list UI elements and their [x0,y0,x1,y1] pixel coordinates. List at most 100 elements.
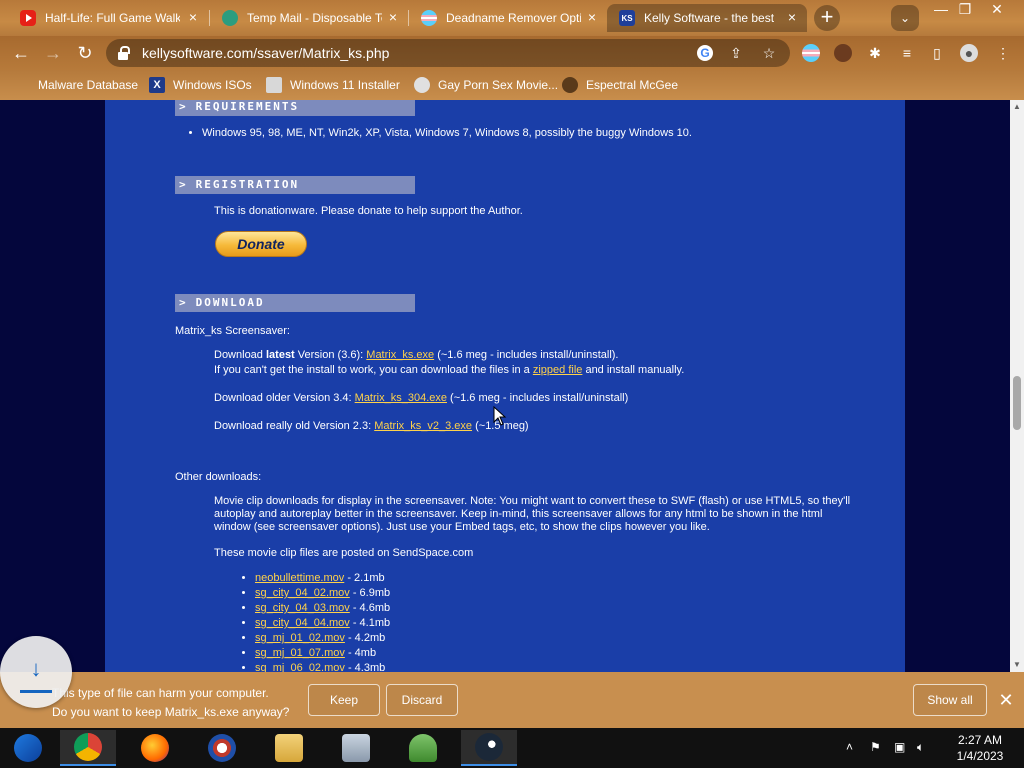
url-text[interactable]: kellysoftware.com/ssaver/Matrix_ks.php [142,45,389,61]
extensions-puzzle-icon[interactable]: ✱ [866,44,884,62]
list-item: sg_city_04_03.mov - 4.6mb [255,601,390,616]
taskbar-firefox[interactable] [127,730,183,766]
scroll-up-icon[interactable]: ▲ [1012,102,1022,112]
page-content: >REQUIREMENTS Windows 95, 98, ME, NT, Wi… [105,100,905,672]
requirements-list: Windows 95, 98, ME, NT, Win2k, XP, Vista… [202,127,692,139]
file-explorer-icon [275,734,303,762]
requirements-heading: > REQUIREMENTS [175,100,415,116]
show-all-button[interactable]: Show all [913,684,987,716]
start-button[interactable] [0,730,56,766]
keep-button[interactable]: Keep [308,684,380,716]
bookmark-windows-isos[interactable]: X Windows ISOs [149,76,252,94]
close-icon[interactable]: × [785,10,799,24]
page-scrollbar[interactable]: ▲ ▼ [1010,100,1024,672]
tab-temp-mail[interactable]: Temp Mail - Disposable Te × [210,4,408,32]
chevron-up-icon[interactable]: ˄ [846,740,853,754]
control-panel-icon [342,734,370,762]
chevron-right-icon: > [179,100,188,113]
new-tab-button[interactable]: + [814,5,840,31]
list-item: sg_mj_01_07.mov - 4mb [255,646,390,661]
profile-avatar-icon[interactable]: ● [960,44,978,62]
bookmark-label: Espectral McGee [586,78,679,92]
download-heading: > DOWNLOAD [175,294,415,312]
taskbar-chrome[interactable] [60,730,116,766]
side-panel-icon[interactable]: ▯ [928,44,946,62]
close-icon[interactable]: × [585,10,599,24]
taskbar-obama[interactable] [194,730,250,766]
download-progress-bubble[interactable]: ↓ [0,636,72,708]
reload-button[interactable]: ↻ [72,40,98,66]
trans-flag-icon [421,10,437,26]
system-clock[interactable]: 2:27 AM 1/4/2023 [944,732,1016,764]
sendspace-note: These movie clip files are posted on Sen… [214,547,474,559]
close-window-button[interactable]: ✕ [980,0,1014,20]
google-lens-icon[interactable]: G [697,45,713,61]
bookmark-star-icon[interactable]: ☆ [761,45,777,61]
close-icon[interactable]: × [386,10,400,24]
list-item: sg_mj_06_02.mov - 4.3mb [255,661,390,672]
bookmark-label: Windows ISOs [173,78,252,92]
lock-icon[interactable] [118,46,130,60]
tab-title: Deadname Remover Optio [446,11,581,25]
bookmark-espectral-mcgee[interactable]: Espectral McGee [562,76,678,94]
movie-file-link[interactable]: sg_city_04_03.mov [255,602,350,614]
donate-button[interactable]: Donate [215,231,307,257]
movie-file-link[interactable]: sg_mj_01_02.mov [255,632,345,644]
movie-file-link[interactable]: sg_mj_06_02.mov [255,662,345,672]
product-label: Matrix_ks Screensaver: [175,325,290,337]
discard-button[interactable]: Discard [386,684,458,716]
media-control-icon[interactable]: ≡ [898,44,916,62]
kelly-software-icon: KS [619,10,635,26]
close-icon[interactable]: ✕ [996,690,1016,710]
chevron-right-icon: > [179,296,188,309]
older-download-link[interactable]: Matrix_ks_304.exe [355,392,447,404]
youtube-icon [20,10,36,26]
other-downloads-description: Movie clip downloads for display in the … [214,495,851,533]
registration-text: This is donationware. Please donate to h… [214,205,523,217]
avatar-icon [562,77,578,93]
windows-taskbar: ˄ ⚑ ▣ 🔈︎ 2:27 AM 1/4/2023 [0,728,1024,768]
bookmark-label: Windows 11 Installer [290,78,400,92]
taskbar-steam[interactable] [461,730,517,766]
forward-button[interactable]: → [40,40,66,66]
tab-search-button[interactable]: ⌄ [891,5,919,31]
zipped-file-link[interactable]: zipped file [533,364,583,376]
list-item: neobullettime.mov - 2.1mb [255,571,390,586]
profile-extension-icon[interactable] [834,44,852,62]
tab-deadname-remover[interactable]: Deadname Remover Optio × [409,4,607,32]
flag-icon[interactable]: ⚑ [870,740,881,754]
network-tray-icon[interactable]: ▣ [894,740,905,754]
tab-kelly-software[interactable]: KS Kelly Software - the best × [607,4,807,32]
movie-file-link[interactable]: sg_mj_01_07.mov [255,647,345,659]
restore-button[interactable]: ❐ [948,0,982,20]
bookmark-windows-11-installer[interactable]: Windows 11 Installer [266,76,400,94]
taskbar-network[interactable] [395,730,451,766]
image-icon [266,77,282,93]
volume-icon[interactable]: 🔈︎ [917,740,924,755]
close-icon[interactable]: × [186,10,200,24]
movie-file-link[interactable]: sg_city_04_04.mov [255,617,350,629]
movie-file-link[interactable]: sg_city_04_02.mov [255,587,350,599]
trans-extension-icon[interactable] [802,44,820,62]
site-icon [414,77,430,93]
firefox-icon [141,734,169,762]
scroll-thumb[interactable] [1013,376,1021,430]
scroll-down-icon[interactable]: ▼ [1012,660,1022,670]
address-bar[interactable]: kellysoftware.com/ssaver/Matrix_ks.php G… [106,39,790,67]
latest-download-link[interactable]: Matrix_ks.exe [366,349,434,361]
bookmark-gay-porn-sex-movie[interactable]: Gay Porn Sex Movie... [414,76,558,94]
download-progress-bar [20,690,52,693]
old-download-link[interactable]: Matrix_ks_v2_3.exe [374,420,472,432]
bookmarks-bar: Malware Database X Windows ISOs Windows … [0,70,1024,100]
share-icon[interactable]: ⇪ [728,45,744,61]
taskbar-file-explorer[interactable] [261,730,317,766]
tab-youtube[interactable]: Half-Life: Full Game Walk × [8,4,208,32]
movie-file-link[interactable]: neobullettime.mov [255,572,344,584]
back-button[interactable]: ← [8,40,34,66]
taskbar-control-panel[interactable] [328,730,384,766]
globe-icon [14,77,30,93]
bookmark-malware-database[interactable]: Malware Database [14,76,138,94]
tab-strip: Half-Life: Full Game Walk × Temp Mail - … [0,0,1024,36]
menu-kebab-icon[interactable]: ⋮ [994,44,1012,62]
latest-download-line: Download latest Version (3.6): Matrix_ks… [214,349,619,361]
